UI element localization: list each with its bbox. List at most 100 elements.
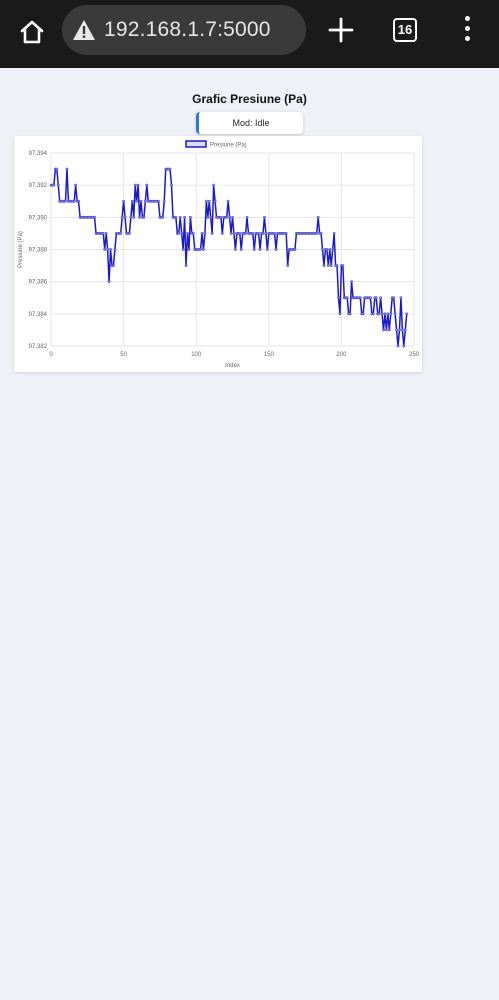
data-point: [284, 232, 288, 235]
data-point: [226, 199, 230, 203]
y-tick-label: 97.382: [29, 344, 48, 350]
data-point: [244, 232, 247, 235]
data-point: [225, 215, 229, 219]
data-point: [389, 312, 393, 316]
data-point: [212, 183, 216, 187]
x-tick-label: 200: [336, 352, 347, 358]
data-point: [161, 215, 165, 219]
data-point: [358, 296, 362, 300]
data-point: [405, 312, 409, 316]
data-point: [119, 232, 123, 235]
data-point: [183, 215, 186, 219]
y-axis-label: Presiune (Pa): [18, 231, 24, 268]
warning-icon[interactable]: [72, 19, 96, 41]
data-point: [143, 199, 147, 203]
data-point: [213, 199, 217, 203]
data-point: [403, 328, 407, 332]
pressure-chart: 97.382 97.384 97.386 97.388 97.390 97.392 97.3…: [18, 140, 420, 369]
data-point: [203, 232, 207, 235]
data-point: [386, 312, 390, 316]
data-point: [52, 183, 56, 187]
data-point: [369, 296, 372, 300]
data-point: [331, 248, 335, 251]
data-point: [387, 328, 391, 332]
data-point: [138, 215, 141, 219]
data-point: [187, 248, 191, 251]
data-point: [319, 232, 323, 235]
series-line: [51, 168, 408, 347]
data-point: [56, 183, 60, 187]
data-point: [350, 280, 353, 284]
data-point: [332, 232, 336, 235]
data-point: [64, 199, 67, 203]
mode-button[interactable]: Mod: Idle: [196, 112, 303, 134]
data-point: [263, 215, 266, 219]
data-point: [136, 183, 140, 187]
legend-swatch: [185, 140, 207, 148]
data-point: [202, 248, 205, 251]
data-point: [234, 248, 237, 251]
data-points: [49, 167, 409, 348]
data-point: [170, 183, 173, 187]
data-point: [239, 248, 243, 251]
new-tab-icon[interactable]: [326, 15, 356, 45]
more-menu-icon[interactable]: [460, 16, 474, 44]
data-point: [374, 296, 378, 300]
y-tick-label: 97.386: [29, 280, 48, 286]
data-point: [273, 232, 277, 235]
home-icon[interactable]: [14, 14, 50, 50]
address-bar[interactable]: 192.168.1.7:5000: [62, 5, 306, 55]
tab-switcher-button[interactable]: 16: [393, 18, 417, 42]
data-point: [200, 232, 204, 235]
data-point: [258, 248, 262, 251]
data-point: [265, 248, 269, 251]
data-point: [379, 296, 383, 300]
data-point: [74, 183, 78, 187]
data-point: [157, 199, 160, 203]
y-tick-label: 97.392: [29, 183, 48, 189]
data-point: [371, 312, 375, 316]
data-point: [398, 328, 401, 332]
data-point: [55, 167, 59, 171]
url-text[interactable]: 192.168.1.7:5000: [104, 18, 271, 42]
data-point: [229, 232, 233, 235]
y-tick-label: 97.384: [29, 312, 48, 318]
data-point: [293, 248, 297, 251]
data-point: [123, 215, 127, 219]
data-point: [101, 232, 105, 235]
data-point: [341, 264, 345, 267]
x-tick-label: 100: [191, 352, 202, 358]
data-point: [133, 183, 137, 187]
data-point: [129, 215, 133, 219]
data-point: [107, 280, 111, 284]
data-point: [385, 328, 388, 332]
data-point: [142, 215, 146, 219]
chart-card: 97.382 97.384 97.386 97.388 97.390 97.392 97.3…: [14, 136, 422, 372]
data-point: [210, 232, 214, 235]
data-point: [326, 264, 330, 267]
data-point: [109, 248, 112, 251]
legend-label: Presiune (Pa): [210, 143, 247, 149]
data-point: [120, 215, 124, 219]
data-point: [209, 215, 213, 219]
data-point: [162, 199, 166, 203]
data-point: [220, 232, 224, 235]
data-point: [122, 199, 126, 203]
data-point: [286, 264, 290, 267]
x-axis-label: Index: [225, 363, 240, 369]
data-point: [72, 199, 76, 203]
data-point: [335, 264, 339, 267]
data-point: [199, 248, 202, 251]
data-point: [231, 215, 234, 219]
data-point: [238, 232, 242, 235]
data-point: [393, 312, 397, 316]
data-point: [188, 215, 192, 219]
data-point: [177, 232, 181, 235]
data-point: [180, 232, 184, 235]
data-point: [186, 232, 189, 235]
data-point: [251, 232, 255, 235]
data-point: [315, 232, 319, 235]
data-point: [402, 344, 406, 348]
data-point: [191, 232, 195, 235]
data-point: [139, 199, 143, 203]
